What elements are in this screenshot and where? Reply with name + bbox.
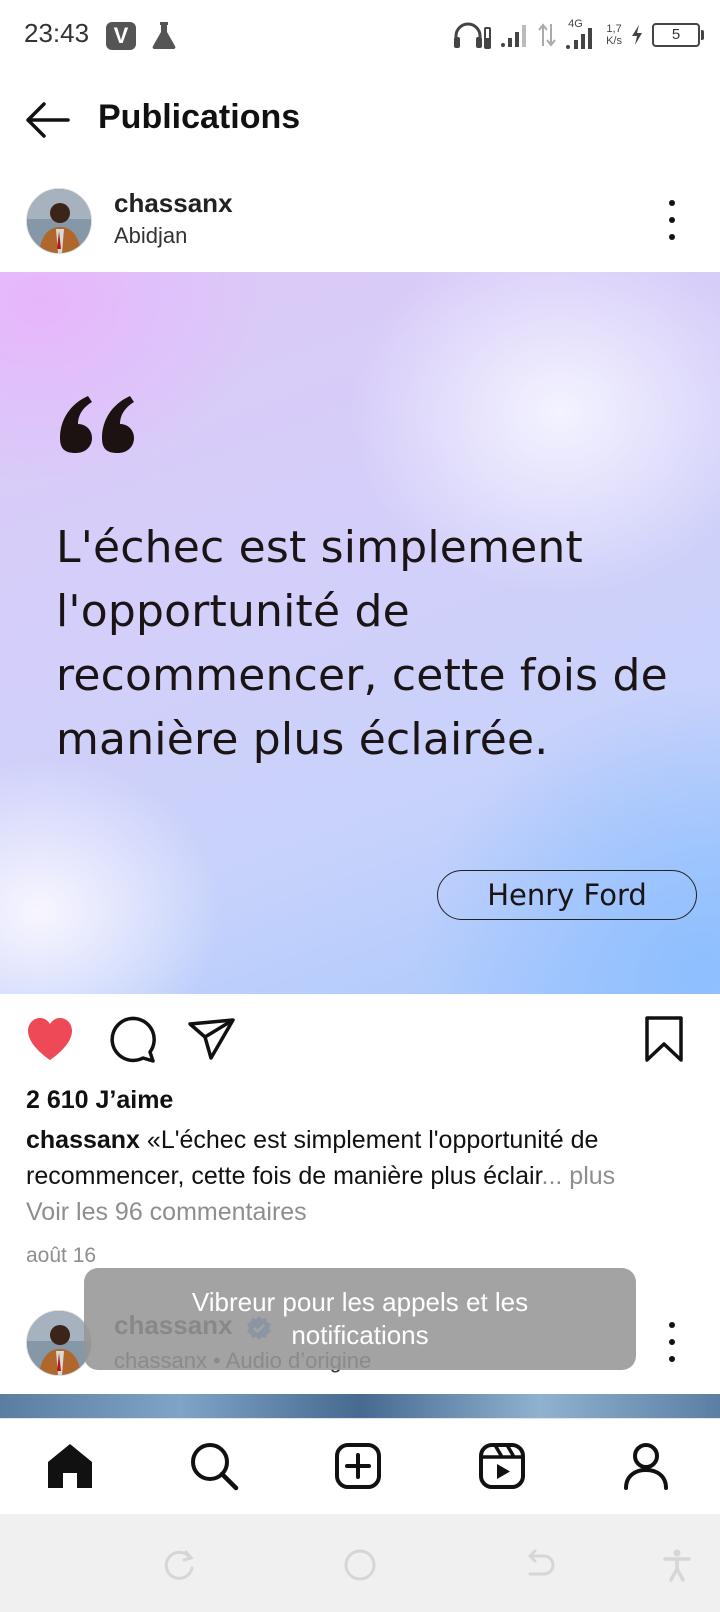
view-comments-link[interactable]: Voir les 96 commentaires: [26, 1198, 307, 1227]
avatar[interactable]: [26, 188, 92, 254]
quote-mark-icon: [60, 396, 134, 453]
network-speed-unit: K/s: [606, 35, 622, 47]
caption-more-link[interactable]: ... plus: [542, 1162, 616, 1190]
signal-icon: [501, 25, 527, 47]
page-title: Publications: [98, 98, 301, 136]
more-options-icon[interactable]: [666, 1322, 678, 1362]
flask-icon: [152, 22, 176, 49]
network-speed: 1,7 K/s: [606, 23, 622, 47]
comment-icon[interactable]: [106, 1014, 158, 1066]
system-back-icon[interactable]: [522, 1548, 556, 1582]
status-bar: 23:43 V 4G 1,7 K/s 5: [0, 0, 720, 72]
save-bookmark-icon[interactable]: [638, 1014, 690, 1066]
battery-icon: 5: [652, 23, 704, 47]
signal-4g-icon: [566, 28, 593, 49]
charging-icon: [632, 25, 642, 45]
post-date: août 16: [26, 1244, 97, 1267]
toast-message: Vibreur pour les appels et les notificat…: [84, 1268, 636, 1370]
status-time: 23:43: [24, 18, 90, 48]
create-post-icon[interactable]: [332, 1440, 384, 1492]
like-heart-icon[interactable]: [24, 1014, 76, 1066]
search-icon[interactable]: [188, 1440, 240, 1492]
back-arrow-icon[interactable]: [24, 97, 70, 143]
post-caption: chassanx «L'échec est simplement l'oppor…: [26, 1122, 696, 1194]
home-icon[interactable]: [44, 1440, 96, 1492]
status-indicators: 4G 1,7 K/s 5: [452, 18, 704, 52]
avatar-photo-icon: [27, 189, 91, 253]
post-username[interactable]: chassanx: [114, 188, 233, 219]
post2-image-preview[interactable]: [0, 1394, 720, 1418]
quote-author: Henry Ford: [437, 870, 697, 920]
headphones-icon: [454, 22, 492, 49]
caption-username[interactable]: chassanx: [26, 1126, 140, 1154]
reels-icon[interactable]: [476, 1440, 528, 1492]
recent-apps-icon[interactable]: [162, 1548, 196, 1582]
data-transfer-icon: [538, 23, 556, 47]
avatar[interactable]: [26, 1310, 92, 1376]
home-circle-icon[interactable]: [343, 1548, 377, 1582]
accessibility-icon[interactable]: [660, 1548, 694, 1582]
more-options-icon[interactable]: [666, 200, 678, 240]
app-badge-icon: V: [106, 22, 136, 50]
quote-text: L'échec est simplement l'opportunité de …: [56, 522, 668, 765]
profile-icon[interactable]: [620, 1440, 672, 1492]
post-location[interactable]: Abidjan: [114, 223, 187, 249]
share-send-icon[interactable]: [186, 1014, 238, 1066]
likes-count[interactable]: 2 610 J’aime: [26, 1086, 173, 1115]
avatar-photo-icon: [27, 1311, 91, 1375]
network-speed-value: 1,7: [606, 23, 622, 35]
network-signal: 4G: [564, 18, 598, 50]
